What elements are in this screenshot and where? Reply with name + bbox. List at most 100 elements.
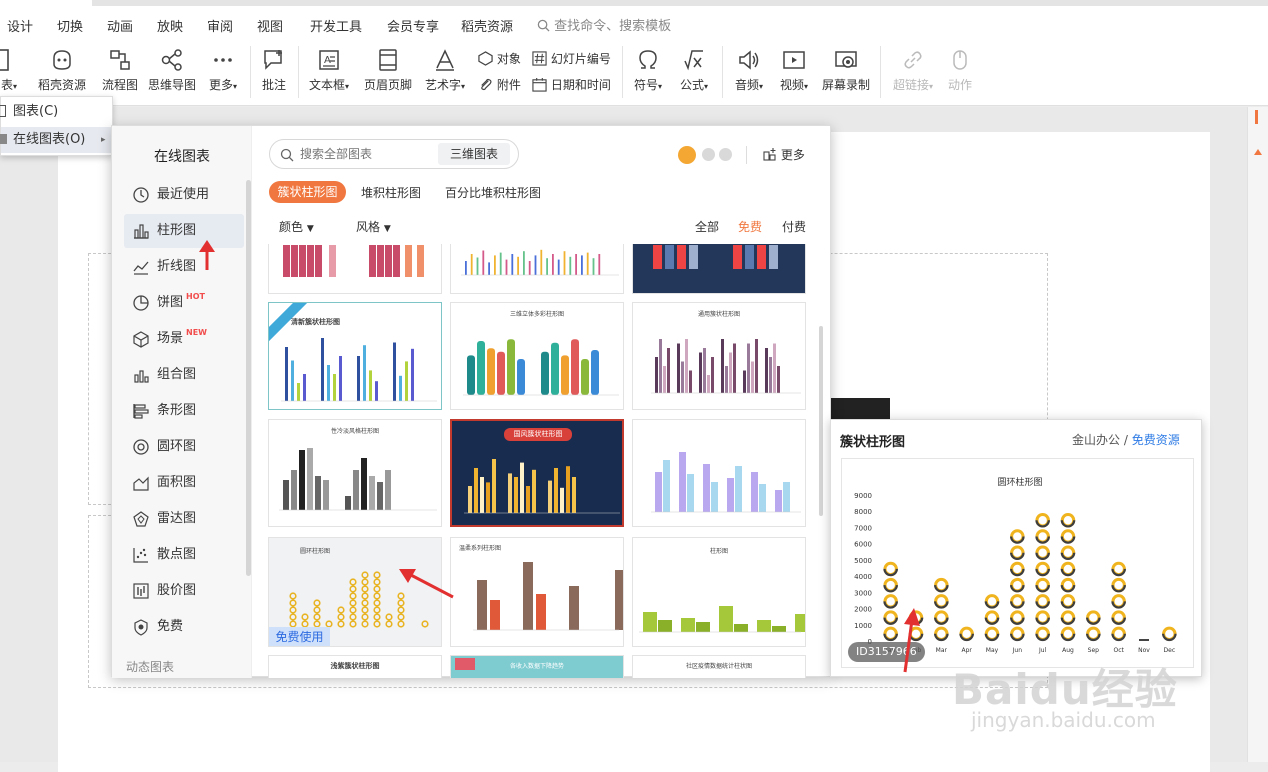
textbox-button[interactable]: A 文本框▾	[305, 48, 353, 93]
subtype-stacked[interactable]: 堆积柱形图	[361, 184, 421, 201]
style-filter[interactable]: 风格 ▼	[356, 218, 391, 235]
free-use-button[interactable]: 免费使用	[269, 627, 330, 646]
more-link[interactable]: 更多	[763, 146, 805, 163]
template-card[interactable]: 社区疫情数据统计柱状图	[632, 655, 806, 678]
flowchart-button[interactable]: 流程图	[100, 48, 140, 93]
template-card[interactable]: 三维立体多彩柱形图	[450, 302, 624, 410]
video-button[interactable]: 视频▾	[774, 48, 814, 93]
sidebar-item-stock-chart[interactable]: 股价图	[124, 574, 244, 608]
more-button[interactable]: 更多▾	[205, 48, 241, 93]
template-card[interactable]: 国风簇状柱形图	[450, 419, 624, 527]
price-filter-paid[interactable]: 付费	[782, 218, 806, 235]
tab-view[interactable]: 视图	[257, 16, 283, 35]
header-footer-button[interactable]: 页眉页脚	[362, 48, 414, 93]
sidebar-item-donut-chart[interactable]: 圆环图	[124, 430, 244, 464]
preview-free-resource[interactable]: 免费资源	[1132, 433, 1180, 447]
symbol-button[interactable]: 符号▾	[628, 48, 668, 93]
template-card[interactable]: 温柔系列柱形图	[450, 537, 624, 647]
attachment-button[interactable]: 附件	[478, 76, 526, 93]
thumb-title: 浅紫簇状柱形图	[330, 662, 380, 670]
thumb-bar	[523, 562, 533, 630]
template-card[interactable]: 通用簇状柱形图	[632, 302, 806, 410]
chart-button[interactable]: 表▾	[0, 48, 18, 93]
tab-design[interactable]: 设计	[7, 16, 33, 35]
chart-search-input[interactable]	[300, 145, 430, 163]
sidebar-item-free[interactable]: 免费	[124, 610, 244, 644]
thumb-bar	[361, 458, 367, 510]
template-card[interactable]	[450, 244, 624, 294]
comment-button[interactable]: 批注	[258, 48, 290, 93]
slide-number-button[interactable]: 幻灯片编号	[532, 50, 616, 67]
template-card[interactable]: 各收入数据下降趋势	[450, 655, 624, 678]
thumb-bar	[655, 357, 658, 393]
thumb-bar	[353, 470, 359, 510]
sidebar-item-line-chart[interactable]: 折线图	[124, 250, 244, 284]
thumb-chart	[651, 339, 801, 394]
dynamic-charts-label[interactable]: 动态图表	[126, 658, 174, 675]
command-search[interactable]: 查找命令、搜索模板	[537, 15, 671, 34]
y-tick-label: 9000	[854, 492, 872, 500]
sidebar-item-radar-chart[interactable]: 雷达图	[124, 502, 244, 536]
tab-animation[interactable]: 动画	[107, 16, 133, 35]
template-card[interactable]: 清新簇状柱形图	[268, 302, 442, 410]
sidebar-scrollbar[interactable]	[246, 180, 251, 576]
x-tick-label: Jul	[1038, 647, 1047, 654]
sidebar-item-bar-chart[interactable]: 条形图	[124, 394, 244, 428]
thumb-title: 温柔系列柱形图	[459, 545, 502, 552]
template-card[interactable]	[268, 244, 442, 294]
template-grid: 清新簇状柱形图 三维立体多彩柱形图 通用簇状柱形图 性冷淡风格柱形图 国风簇状柱…	[264, 244, 820, 678]
thumb-bar	[751, 361, 754, 393]
chart-search-box[interactable]: 三维图表	[269, 139, 519, 169]
user-avatar[interactable]	[678, 146, 696, 164]
price-filter-free[interactable]: 免费	[738, 218, 762, 235]
thumb-ring	[349, 585, 357, 593]
wordart-button[interactable]: 艺术字▾	[421, 48, 469, 93]
sidebar-item-area-chart[interactable]: 面积图	[124, 466, 244, 500]
mindmap-button[interactable]: 思维导图	[146, 48, 198, 93]
date-time-button[interactable]: 日期和时间	[532, 76, 616, 93]
menu-item-chart[interactable]: 图表(C)	[0, 99, 114, 125]
audio-button[interactable]: 音频▾	[729, 48, 769, 93]
template-card[interactable]	[632, 419, 806, 527]
price-filter-all[interactable]: 全部	[695, 218, 719, 235]
sidebar-item-cube[interactable]: 场景 NEW	[124, 322, 244, 356]
action-button[interactable]: 动作	[944, 48, 976, 93]
sidebar-item-clock[interactable]: 最近使用	[124, 178, 244, 212]
subtype-percent-stacked[interactable]: 百分比堆积柱形图	[445, 184, 541, 201]
screen-record-button[interactable]: 屏幕录制	[820, 48, 872, 93]
thumb-bar	[520, 462, 524, 513]
sidebar-item-combo-chart[interactable]: 组合图	[124, 358, 244, 392]
grid-scrollbar[interactable]	[819, 326, 823, 516]
thumb-bar	[385, 470, 391, 510]
template-card[interactable]: 浅紫簇状柱形图	[268, 655, 442, 678]
thumb-bar	[411, 348, 414, 401]
tab-developer[interactable]: 开发工具	[310, 16, 362, 35]
thumb-bar	[783, 482, 790, 512]
tab-member[interactable]: 会员专享	[387, 16, 439, 35]
docer-resources-button[interactable]: 稻壳资源	[36, 48, 88, 93]
thumb-bar	[735, 466, 742, 512]
template-card[interactable]: 柱形图	[632, 537, 806, 647]
sidebar-item-scatter-chart[interactable]: 散点图	[124, 538, 244, 572]
color-filter[interactable]: 颜色 ▼	[279, 218, 314, 235]
hyperlink-button[interactable]: 超链接▾	[889, 48, 937, 93]
object-button[interactable]: 对象	[478, 50, 526, 67]
three-d-chart-button[interactable]: 三维图表	[438, 143, 510, 165]
scatter-chart-icon	[133, 548, 148, 563]
tab-slideshow[interactable]: 放映	[157, 16, 183, 35]
sidebar-item-column-chart[interactable]: 柱形图	[124, 214, 244, 248]
tab-transition[interactable]: 切换	[57, 16, 83, 35]
speaker-icon	[739, 50, 759, 70]
header-divider	[746, 146, 747, 164]
tab-review[interactable]: 审阅	[207, 16, 233, 35]
annotation-arrow	[399, 569, 454, 599]
sidebar-item-pie-chart[interactable]: 饼图 HOT	[124, 286, 244, 320]
annotation-arrow	[199, 240, 215, 270]
formula-button[interactable]: 公式▾	[674, 48, 714, 93]
template-card[interactable]	[632, 244, 806, 294]
tab-docer[interactable]: 稻壳资源	[461, 16, 513, 35]
thumb-ring	[349, 606, 357, 614]
menu-item-online-chart[interactable]: 在线图表(O) ▸	[0, 127, 114, 153]
subtype-clustered[interactable]: 簇状柱形图	[269, 181, 346, 203]
template-card[interactable]: 性冷淡风格柱形图	[268, 419, 442, 527]
